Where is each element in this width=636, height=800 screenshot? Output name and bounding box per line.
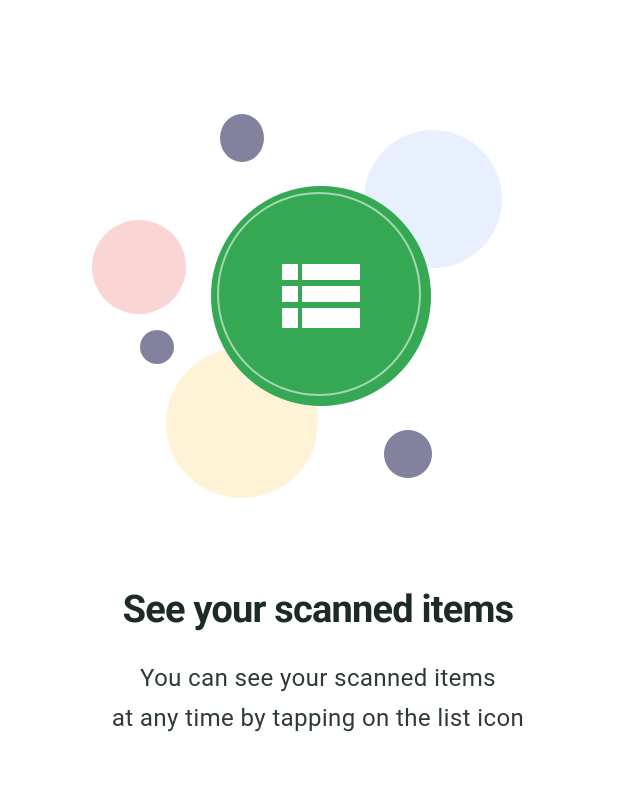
description-line: You can see your scanned items <box>140 664 496 692</box>
onboarding-title: See your scanned items <box>122 588 515 632</box>
gray-decor-dot <box>220 114 264 162</box>
list-icon-badge <box>211 186 431 406</box>
scanned-items-illustration <box>0 0 636 560</box>
gray-decor-dot <box>140 330 174 364</box>
pink-decor-circle <box>92 220 186 314</box>
description-line: at any time by tapping on the list icon <box>111 704 525 732</box>
onboarding-description: You can see your scanned items at any ti… <box>0 658 636 738</box>
gray-decor-dot <box>384 430 432 478</box>
list-icon <box>282 264 360 328</box>
onboarding-screen: See your scanned items You can see your … <box>0 0 636 800</box>
